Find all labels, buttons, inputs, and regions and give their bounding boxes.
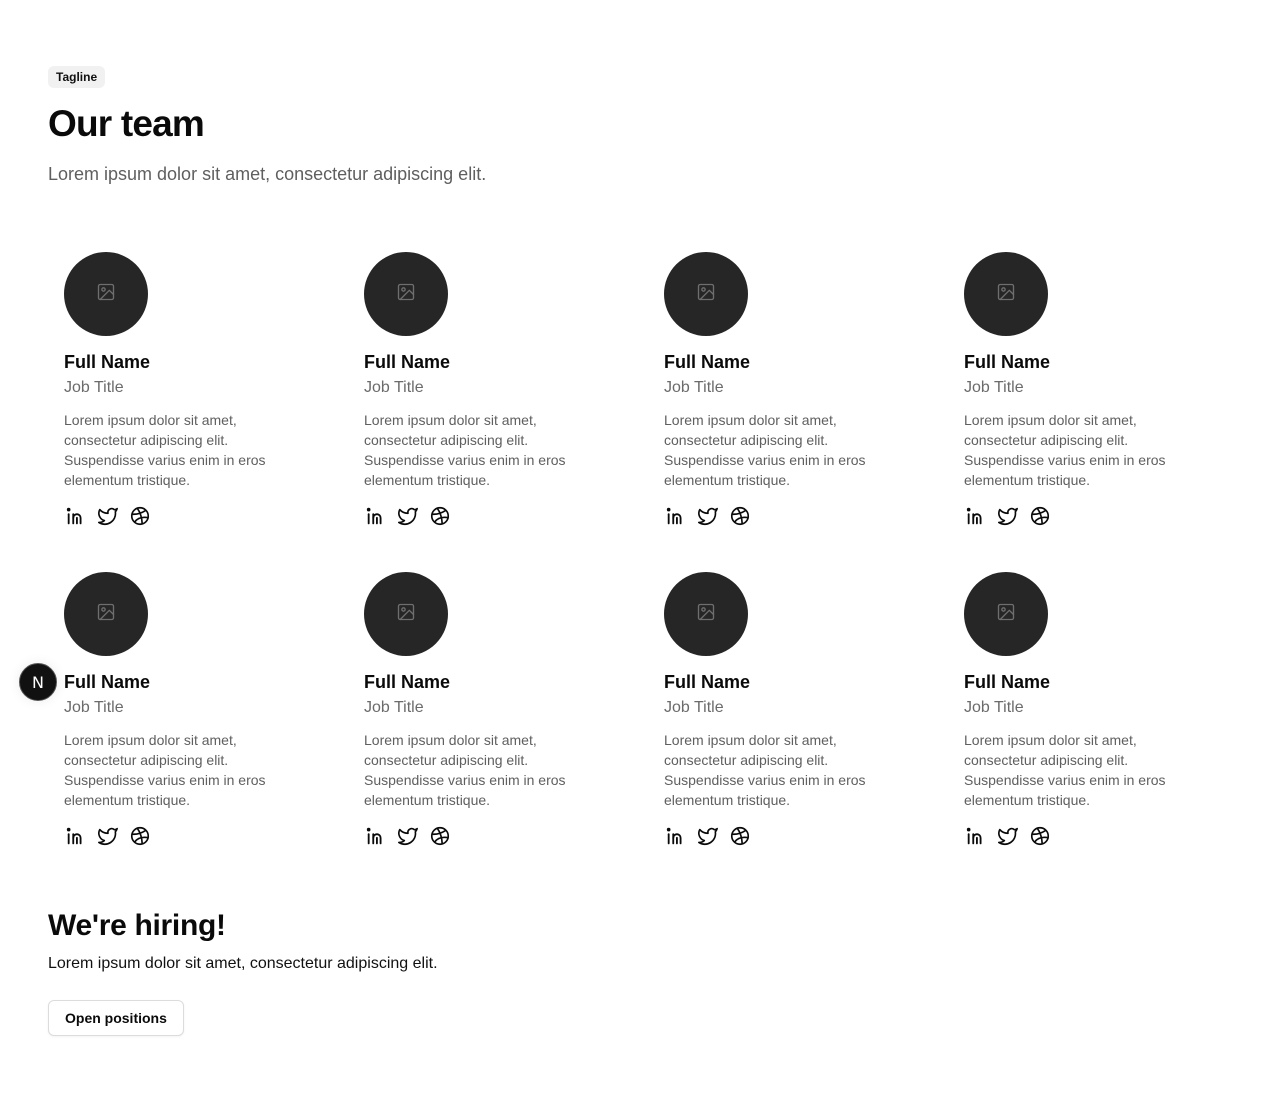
- member-name: Full Name: [364, 672, 451, 692]
- member-name: Full Name: [64, 352, 151, 372]
- linkedin-icon[interactable]: [364, 504, 388, 528]
- dribbble-icon[interactable]: [728, 824, 752, 848]
- image-placeholder-icon: [96, 282, 116, 307]
- member-name: Full Name: [364, 352, 451, 372]
- floating-avatar-button[interactable]: N: [19, 663, 57, 701]
- team-member-card: Full Name Job Title Lorem ipsum dolor si…: [64, 252, 300, 572]
- member-bio: Lorem ipsum dolor sit amet, consectetur …: [664, 412, 866, 488]
- avatar: [364, 572, 448, 656]
- member-name: Full Name: [964, 352, 1051, 372]
- linkedin-icon[interactable]: [364, 824, 388, 848]
- image-placeholder-icon: [96, 602, 116, 627]
- image-placeholder-icon: [696, 602, 716, 627]
- member-job-title: Job Title: [964, 379, 1024, 396]
- team-member-card: Full Name Job Title Lorem ipsum dolor si…: [64, 572, 300, 892]
- avatar: [664, 252, 748, 336]
- avatar: [964, 252, 1048, 336]
- dribbble-icon[interactable]: [428, 504, 452, 528]
- intro-text: Lorem ipsum dolor sit amet, consectetur …: [48, 164, 487, 184]
- member-bio: Lorem ipsum dolor sit amet, consectetur …: [64, 732, 266, 808]
- dribbble-icon[interactable]: [1028, 504, 1052, 528]
- member-bio: Lorem ipsum dolor sit amet, consectetur …: [664, 732, 866, 808]
- member-bio: Lorem ipsum dolor sit amet, consectetur …: [364, 732, 566, 808]
- dribbble-icon[interactable]: [428, 824, 452, 848]
- twitter-icon[interactable]: [696, 824, 720, 848]
- dribbble-icon[interactable]: [728, 504, 752, 528]
- member-job-title: Job Title: [364, 379, 424, 396]
- dribbble-icon[interactable]: [128, 824, 152, 848]
- member-job-title: Job Title: [664, 699, 724, 716]
- open-positions-button[interactable]: Open positions: [48, 1000, 184, 1036]
- page-title: Our team: [48, 103, 205, 144]
- linkedin-icon[interactable]: [964, 504, 988, 528]
- social-links: [64, 824, 300, 848]
- twitter-icon[interactable]: [96, 504, 120, 528]
- member-name: Full Name: [64, 672, 151, 692]
- avatar: [64, 252, 148, 336]
- dribbble-icon[interactable]: [128, 504, 152, 528]
- team-member-card: Full Name Job Title Lorem ipsum dolor si…: [664, 572, 900, 892]
- twitter-icon[interactable]: [996, 504, 1020, 528]
- tagline-badge: Tagline: [48, 66, 106, 88]
- team-member-card: Full Name Job Title Lorem ipsum dolor si…: [364, 572, 600, 892]
- twitter-icon[interactable]: [396, 824, 420, 848]
- hiring-title: We're hiring!: [48, 909, 226, 942]
- twitter-icon[interactable]: [96, 824, 120, 848]
- image-placeholder-icon: [996, 282, 1016, 307]
- avatar: [364, 252, 448, 336]
- member-bio: Lorem ipsum dolor sit amet, consectetur …: [964, 412, 1166, 488]
- member-name: Full Name: [664, 672, 751, 692]
- avatar: [664, 572, 748, 656]
- member-job-title: Job Title: [64, 699, 124, 716]
- image-placeholder-icon: [396, 602, 416, 627]
- team-member-card: Full Name Job Title Lorem ipsum dolor si…: [664, 252, 900, 572]
- team-member-card: Full Name Job Title Lorem ipsum dolor si…: [964, 572, 1200, 892]
- twitter-icon[interactable]: [996, 824, 1020, 848]
- team-grid: Full Name Job Title Lorem ipsum dolor si…: [64, 252, 1264, 892]
- dribbble-icon[interactable]: [1028, 824, 1052, 848]
- linkedin-icon[interactable]: [664, 824, 688, 848]
- social-links: [964, 504, 1200, 528]
- social-links: [964, 824, 1200, 848]
- social-links: [364, 824, 600, 848]
- social-links: [364, 504, 600, 528]
- social-links: [664, 824, 900, 848]
- twitter-icon[interactable]: [396, 504, 420, 528]
- avatar: [964, 572, 1048, 656]
- social-links: [664, 504, 900, 528]
- member-job-title: Job Title: [364, 699, 424, 716]
- team-page: Tagline Our team Lorem ipsum dolor sit a…: [0, 0, 1280, 1100]
- member-bio: Lorem ipsum dolor sit amet, consectetur …: [364, 412, 566, 488]
- twitter-icon[interactable]: [696, 504, 720, 528]
- linkedin-icon[interactable]: [964, 824, 988, 848]
- linkedin-icon[interactable]: [64, 504, 88, 528]
- member-bio: Lorem ipsum dolor sit amet, consectetur …: [964, 732, 1166, 808]
- member-job-title: Job Title: [964, 699, 1024, 716]
- member-bio: Lorem ipsum dolor sit amet, consectetur …: [64, 412, 266, 488]
- avatar: [64, 572, 148, 656]
- team-member-card: Full Name Job Title Lorem ipsum dolor si…: [364, 252, 600, 572]
- image-placeholder-icon: [996, 602, 1016, 627]
- member-name: Full Name: [664, 352, 751, 372]
- image-placeholder-icon: [696, 282, 716, 307]
- hiring-text: Lorem ipsum dolor sit amet, consectetur …: [48, 955, 438, 972]
- team-member-card: Full Name Job Title Lorem ipsum dolor si…: [964, 252, 1200, 572]
- member-job-title: Job Title: [64, 379, 124, 396]
- image-placeholder-icon: [396, 282, 416, 307]
- social-links: [64, 504, 300, 528]
- linkedin-icon[interactable]: [664, 504, 688, 528]
- member-name: Full Name: [964, 672, 1051, 692]
- member-job-title: Job Title: [664, 379, 724, 396]
- linkedin-icon[interactable]: [64, 824, 88, 848]
